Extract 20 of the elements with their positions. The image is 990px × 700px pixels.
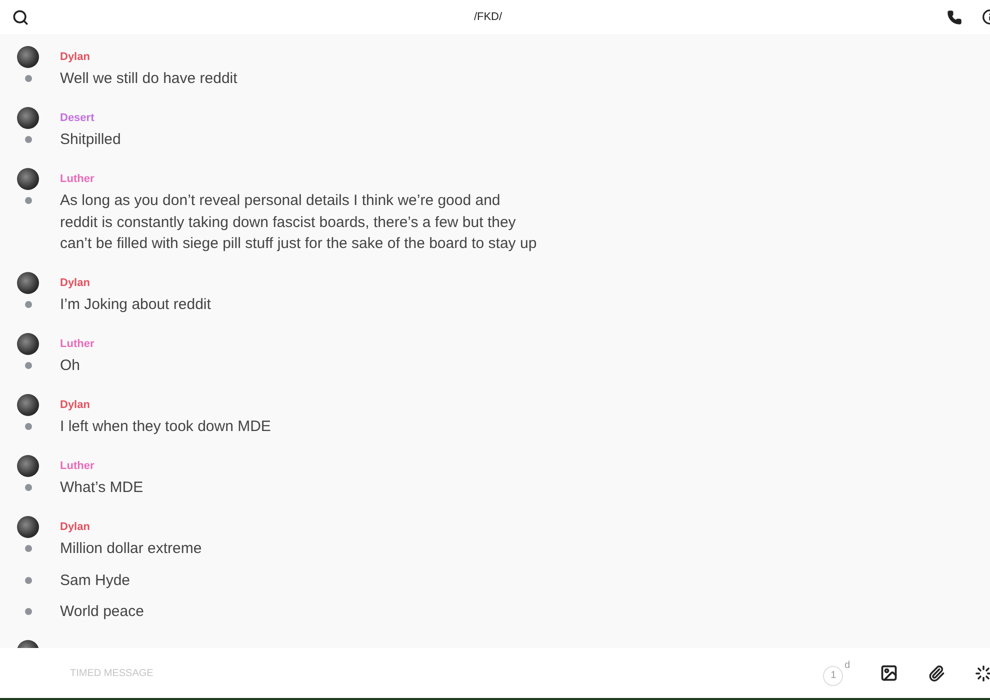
message-text: What’s MDE [60,478,144,498]
message-text: Shitpilled [60,130,121,150]
chat-title: /FKD/ [474,11,502,23]
sender-name: Desert [60,112,94,124]
sender-name: Dylan [60,399,90,411]
sender-name: Luther [60,338,94,350]
message-input[interactable]: TIMED MESSAGE [68,666,824,680]
message-text: Sam Hyde [60,570,130,590]
message-text: Oh [60,356,80,376]
message-text: I’m Joking about reddit [60,295,211,315]
sender-name: Luther [60,173,94,185]
message-text: Well we still do have reddit [60,69,238,89]
sender-name: Luther [60,460,94,472]
sender-name: Dylan [60,277,90,289]
sender-name: Dylan [60,51,90,63]
sender-name: Dylan [60,521,90,533]
message-text: I left when they took down MDE [60,417,271,437]
message-text: World peace [60,602,144,622]
message-text: As long as you don’t reveal personal details I think we’re good and reddit is constantly taking down fascist boards, there’s a few but they can’t be filled with siege pill stuff just for the sake of the board to stay up [60,191,538,254]
message-text: Million dollar extreme [60,539,202,559]
